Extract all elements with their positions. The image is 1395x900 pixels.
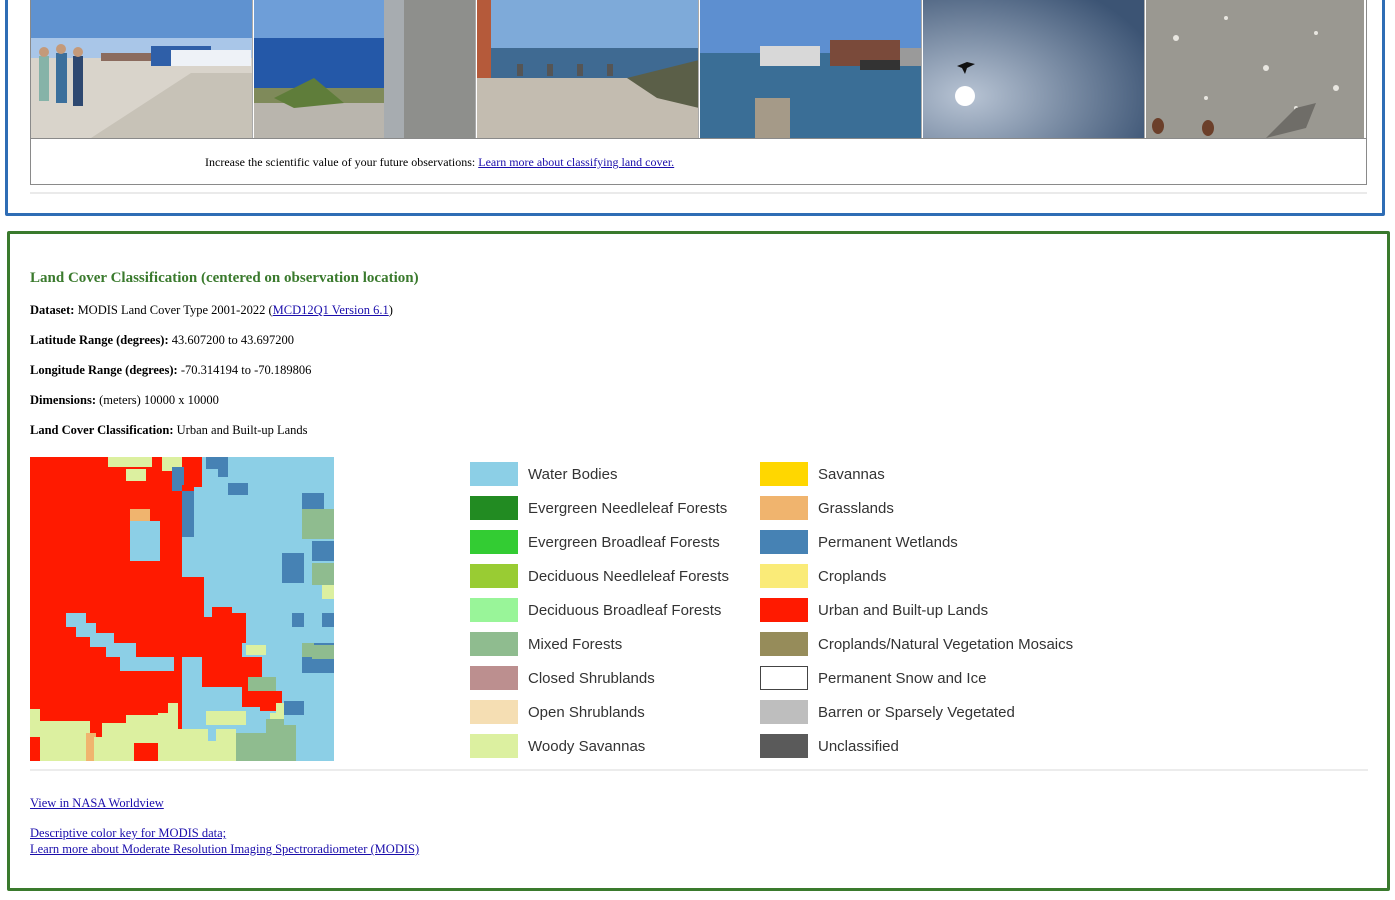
legend-swatch <box>470 496 518 520</box>
longitude-value: -70.314194 to -70.189806 <box>180 363 312 377</box>
legend-item: Permanent Snow and Ice <box>760 666 986 690</box>
latitude-label: Latitude Range (degrees): <box>30 333 169 347</box>
legend-swatch <box>470 462 518 486</box>
legend-item: Unclassified <box>760 734 899 758</box>
legend-item: Deciduous Broadleaf Forests <box>470 598 721 622</box>
legend-item: Urban and Built-up Lands <box>760 598 988 622</box>
dimensions-row: Dimensions: (meters) 10000 x 10000 <box>30 393 219 408</box>
legend-label: Croplands/Natural Vegetation Mosaics <box>818 635 1074 653</box>
legend-item: Closed Shrublands <box>470 666 655 690</box>
legend-label: Permanent Snow and Ice <box>818 669 987 687</box>
legend-swatch <box>470 734 518 758</box>
legend-swatch <box>760 496 808 520</box>
legend-swatch <box>760 734 808 758</box>
legend-label: Deciduous Needleleaf Forests <box>528 567 729 585</box>
legend-label: Barren or Sparsely Vegetated <box>818 703 1015 721</box>
legend-item: Evergreen Needleleaf Forests <box>470 496 727 520</box>
legend-item: Woody Savannas <box>470 734 645 758</box>
photo-north[interactable] <box>31 0 253 138</box>
legend-label: Water Bodies <box>528 465 618 483</box>
legend-item: Water Bodies <box>470 462 617 486</box>
classification-row: Land Cover Classification: Urban and Bui… <box>30 423 308 438</box>
photo-west[interactable] <box>700 0 922 138</box>
legend-item: Croplands <box>760 564 886 588</box>
dimensions-label: Dimensions: <box>30 393 96 407</box>
legend-label: Croplands <box>818 567 887 585</box>
dataset-row: Dataset: MODIS Land Cover Type 2001-2022… <box>30 303 393 318</box>
land-cover-map[interactable] <box>30 457 334 761</box>
caption-text: Increase the scientific value of your fu… <box>205 155 479 169</box>
photo-box: Increase the scientific value of your fu… <box>30 0 1367 185</box>
legend-swatch <box>760 530 808 554</box>
legend-item: Permanent Wetlands <box>760 530 958 554</box>
legend-label: Mixed Forests <box>528 635 623 653</box>
legend-label: Evergreen Needleleaf Forests <box>528 499 728 517</box>
legend-swatch <box>470 632 518 656</box>
photo-east[interactable] <box>254 0 476 138</box>
latitude-row: Latitude Range (degrees): 43.607200 to 4… <box>30 333 294 348</box>
legend-label: Closed Shrublands <box>528 669 655 687</box>
legend-swatch <box>760 700 808 724</box>
dataset-value: MODIS Land Cover Type 2001-2022 ( <box>77 303 273 317</box>
dataset-version-link[interactable]: MCD12Q1 Version 6.1 <box>273 303 389 317</box>
legend-label: Woody Savannas <box>528 737 646 755</box>
legend-item: Savannas <box>760 462 885 486</box>
photo-strip <box>31 0 1366 138</box>
legend-label: Unclassified <box>818 737 899 755</box>
legend-label: Permanent Wetlands <box>818 533 958 551</box>
legend-label: Grasslands <box>818 499 894 517</box>
legend-swatch <box>470 598 518 622</box>
legend-label: Evergreen Broadleaf Forests <box>528 533 720 551</box>
legend-label: Deciduous Broadleaf Forests <box>528 601 722 619</box>
dataset-close: ) <box>388 303 393 317</box>
latitude-value: 43.607200 to 43.697200 <box>171 333 294 347</box>
legend-label: Savannas <box>818 465 885 483</box>
legend-swatch <box>470 666 518 690</box>
legend-swatch <box>760 632 808 656</box>
legend-swatch <box>760 462 808 486</box>
legend-swatch <box>760 598 808 622</box>
divider <box>30 769 1368 771</box>
legend-item: Evergreen Broadleaf Forests <box>470 530 720 554</box>
legend-item: Open Shrublands <box>470 700 645 724</box>
land-cover-panel: Land Cover Classification (centered on o… <box>7 231 1390 891</box>
legend-swatch <box>470 530 518 554</box>
nasa-worldview-link[interactable]: View in NASA Worldview <box>30 796 164 811</box>
legend-swatch <box>760 666 808 690</box>
longitude-label: Longitude Range (degrees): <box>30 363 178 377</box>
divider <box>30 192 1367 194</box>
dataset-label: Dataset: <box>30 303 75 317</box>
classification-value: Urban and Built-up Lands <box>176 423 308 437</box>
legend-swatch <box>470 564 518 588</box>
modis-learn-more-link[interactable]: Learn more about Moderate Resolution Ima… <box>30 842 419 857</box>
photo-down[interactable] <box>1146 0 1364 138</box>
legend-item: Grasslands <box>760 496 894 520</box>
legend-item: Deciduous Needleleaf Forests <box>470 564 729 588</box>
legend-item: Mixed Forests <box>470 632 622 656</box>
observation-photos-panel: Increase the scientific value of your fu… <box>5 0 1385 216</box>
legend-swatch <box>760 564 808 588</box>
dimensions-value: (meters) 10000 x 10000 <box>99 393 219 407</box>
classify-land-cover-link[interactable]: Learn more about classifying land cover. <box>478 155 674 169</box>
classification-label: Land Cover Classification: <box>30 423 174 437</box>
longitude-row: Longitude Range (degrees): -70.314194 to… <box>30 363 311 378</box>
legend-label: Urban and Built-up Lands <box>818 601 989 619</box>
land-cover-legend: Water Bodies Evergreen Needleleaf Forest… <box>470 462 1120 762</box>
land-cover-title: Land Cover Classification (centered on o… <box>30 270 419 286</box>
legend-item: Croplands/Natural Vegetation Mosaics <box>760 632 1073 656</box>
legend-label: Open Shrublands <box>528 703 645 721</box>
photo-caption: Increase the scientific value of your fu… <box>31 138 1366 184</box>
photo-south[interactable] <box>477 0 699 138</box>
photo-up[interactable] <box>923 0 1145 138</box>
legend-item: Barren or Sparsely Vegetated <box>760 700 1015 724</box>
legend-swatch <box>470 700 518 724</box>
modis-color-key-link[interactable]: Descriptive color key for MODIS data; <box>30 826 226 841</box>
